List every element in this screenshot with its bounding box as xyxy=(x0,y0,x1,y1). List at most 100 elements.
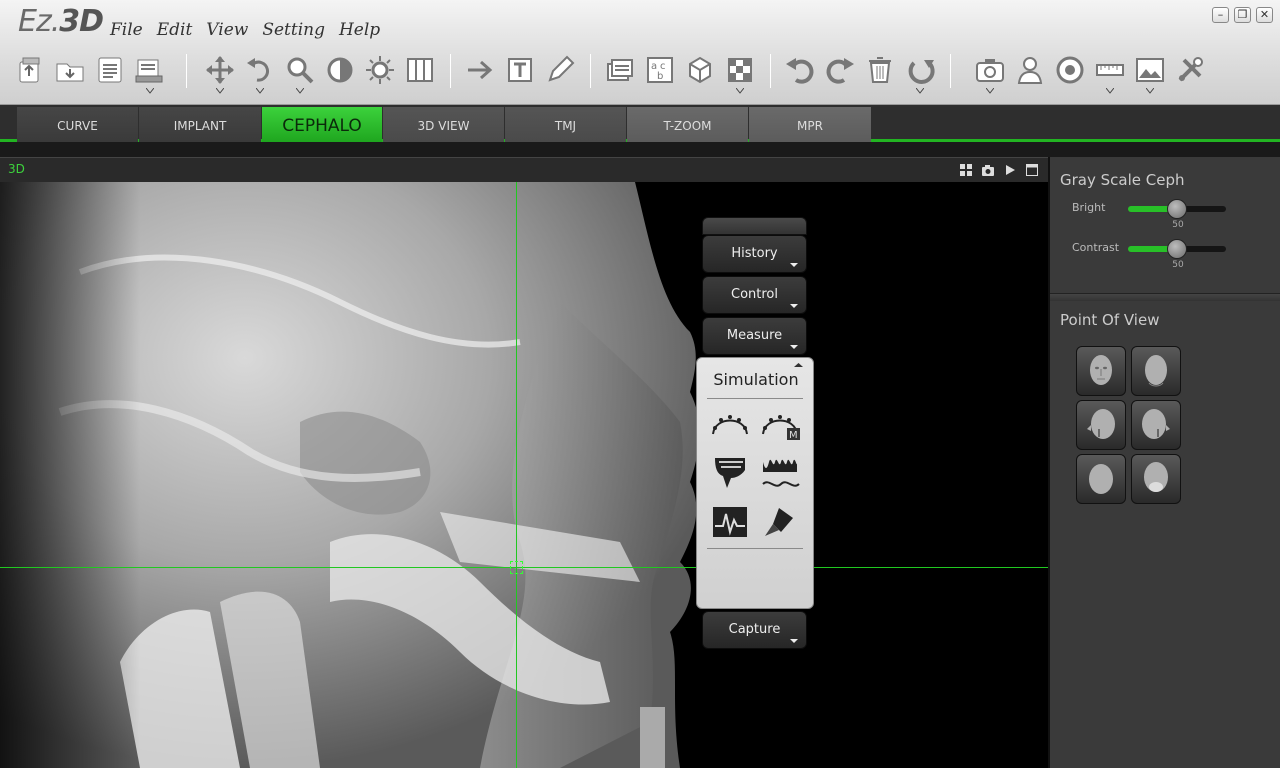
menu-setting[interactable]: Setting xyxy=(262,20,325,40)
image-button[interactable] xyxy=(1134,54,1166,94)
contrast-button[interactable] xyxy=(324,54,356,86)
redo-button[interactable] xyxy=(824,54,856,86)
divider xyxy=(707,398,803,399)
history-button[interactable]: History xyxy=(702,235,807,273)
menu-file[interactable]: File xyxy=(110,20,143,40)
layers-button[interactable] xyxy=(604,54,636,86)
export-button[interactable] xyxy=(14,54,46,86)
close-button[interactable]: ✕ xyxy=(1256,7,1273,23)
arch-icon xyxy=(712,415,748,435)
text-button[interactable] xyxy=(504,54,536,86)
chevron-down-icon xyxy=(1106,88,1114,94)
patient-button[interactable] xyxy=(1014,54,1046,86)
menu-view[interactable]: View xyxy=(206,20,248,40)
grid-layout-icon[interactable] xyxy=(959,163,973,177)
tab-cephalo[interactable]: CEPHALO xyxy=(262,107,382,142)
zoom-icon xyxy=(287,57,314,84)
target-button[interactable] xyxy=(1054,54,1086,86)
undo-button[interactable] xyxy=(784,54,816,86)
top-view-icon xyxy=(1089,464,1113,494)
cube-button[interactable] xyxy=(684,54,716,86)
brush-button[interactable] xyxy=(759,504,801,540)
back-view-button[interactable] xyxy=(1131,346,1181,396)
tab-3d-view[interactable]: 3D VIEW xyxy=(383,107,504,142)
teeth-row-button[interactable] xyxy=(759,454,801,490)
contrast-slider[interactable] xyxy=(1128,239,1226,259)
redo-icon xyxy=(826,58,854,84)
cephalo-viewport[interactable] xyxy=(0,182,1048,768)
pen-button[interactable] xyxy=(544,54,576,86)
tab-t-zoom[interactable]: T-ZOOM xyxy=(627,107,748,142)
camera-button[interactable] xyxy=(974,54,1006,94)
zoom-button[interactable] xyxy=(284,54,316,94)
chevron-down-icon xyxy=(790,639,798,643)
report-button[interactable] xyxy=(94,54,126,86)
bright-slider[interactable] xyxy=(1128,199,1226,219)
brightness-button[interactable] xyxy=(364,54,396,86)
ruler-button[interactable] xyxy=(1094,54,1126,94)
tab-curve[interactable]: CURVE xyxy=(17,107,138,142)
menu-help[interactable]: Help xyxy=(339,20,380,40)
restore-button[interactable]: ❐ xyxy=(1234,7,1251,23)
arch-m-button[interactable]: M xyxy=(759,406,801,442)
left-view-button[interactable] xyxy=(1076,400,1126,450)
measure-label: Measure xyxy=(726,328,783,343)
move-button[interactable] xyxy=(204,54,236,94)
teeth-row-icon xyxy=(762,459,800,487)
app-logo: Ez.3D xyxy=(18,4,104,39)
toolbar-separator xyxy=(450,54,451,88)
tools-button[interactable] xyxy=(1174,54,1206,86)
crosshair-horizontal[interactable] xyxy=(0,567,1048,568)
layout-columns-icon xyxy=(407,58,433,82)
snapshot-icon[interactable] xyxy=(981,163,995,177)
front-view-icon xyxy=(1090,355,1112,385)
checker-button[interactable] xyxy=(724,54,756,94)
pen-icon xyxy=(548,55,575,82)
minimize-button[interactable]: – xyxy=(1212,7,1229,23)
chevron-down-icon xyxy=(916,88,924,94)
bottom-view-button[interactable] xyxy=(1131,454,1181,504)
front-view-button[interactable] xyxy=(1076,346,1126,396)
crosshair-center-handle[interactable] xyxy=(510,561,523,574)
control-button[interactable]: Control xyxy=(702,276,807,314)
save-dropdown-button[interactable] xyxy=(134,54,166,94)
menu-edit[interactable]: Edit xyxy=(157,20,193,40)
layout-button[interactable] xyxy=(404,54,436,86)
simulation-panel: Simulation M xyxy=(696,357,814,609)
top-view-button[interactable] xyxy=(1076,454,1126,504)
capture-label: Capture xyxy=(728,622,781,637)
logo-prefix: Ez. xyxy=(18,4,60,39)
arch-button[interactable] xyxy=(709,406,751,442)
open-folder-button[interactable] xyxy=(54,54,86,86)
brightness-icon xyxy=(366,56,394,84)
arrow-button[interactable] xyxy=(464,54,496,86)
panel-grip[interactable] xyxy=(702,217,807,235)
tab-implant[interactable]: IMPLANT xyxy=(139,107,261,142)
tab-mpr[interactable]: MPR xyxy=(749,107,871,142)
play-icon[interactable] xyxy=(1003,163,1017,177)
rotate-button[interactable] xyxy=(244,54,276,94)
delete-button[interactable] xyxy=(864,54,896,86)
contrast-slider-thumb[interactable] xyxy=(1167,239,1187,259)
measure-button[interactable]: Measure xyxy=(702,317,807,355)
spell-icon: a cb xyxy=(647,57,673,83)
reset-button[interactable] xyxy=(904,54,936,94)
move-icon xyxy=(206,56,234,84)
chevron-down-icon xyxy=(256,88,264,94)
chevron-down-icon xyxy=(1146,88,1154,94)
bright-slider-thumb[interactable] xyxy=(1167,199,1187,219)
profile-teeth-button[interactable] xyxy=(709,454,751,490)
waveform-button[interactable] xyxy=(709,504,751,540)
save-dropdown-icon xyxy=(135,59,163,83)
viewport-title: 3D xyxy=(8,162,25,176)
contrast-label: Contrast xyxy=(1072,241,1120,254)
tab-tmj[interactable]: TMJ xyxy=(505,107,626,142)
spell-button[interactable]: acb xyxy=(644,54,676,86)
close-icon: ✕ xyxy=(1259,8,1270,21)
capture-button[interactable]: Capture xyxy=(702,611,807,649)
crosshair-vertical[interactable] xyxy=(516,182,517,768)
image-icon xyxy=(1136,58,1164,82)
maximize-icon[interactable] xyxy=(1025,163,1039,177)
collapse-arrow-icon[interactable] xyxy=(794,362,803,368)
right-view-button[interactable] xyxy=(1131,400,1181,450)
